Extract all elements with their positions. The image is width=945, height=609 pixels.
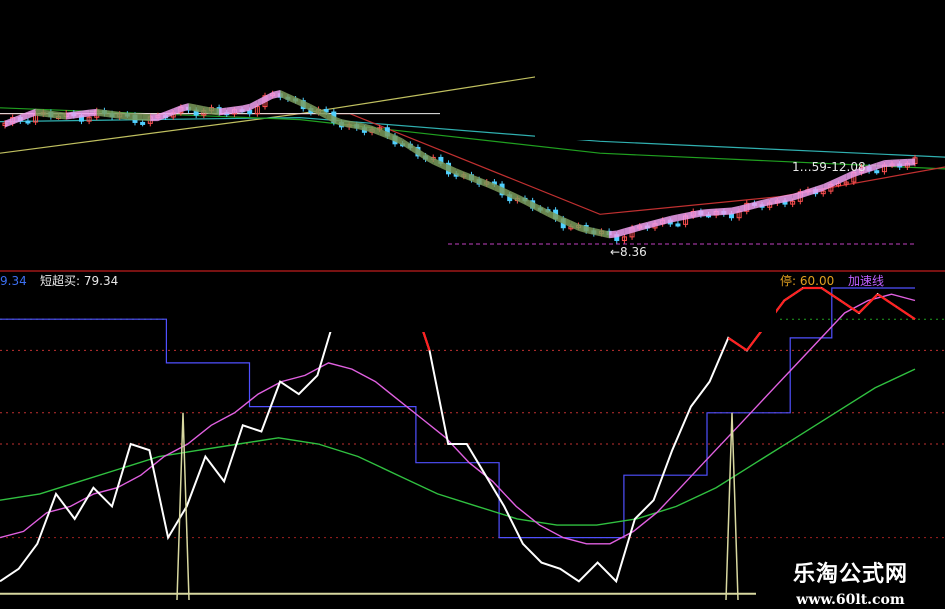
trend-ribbon-segment [425,153,434,165]
trend-ribbon-segment [792,191,801,201]
trend-ribbon-segment [265,91,273,103]
overbought-segment [895,305,916,321]
trend-ribbon-segment [632,223,640,233]
trend-ribbon-segment [639,221,648,231]
trend-ribbon-segment [89,108,97,117]
trend-ribbon-segment [73,110,82,119]
trend-ribbon-segment [716,208,724,216]
trend-ribbon-segment [899,158,908,167]
overbought-segment [727,337,748,352]
trend-ribbon-segment [593,227,602,237]
trend-ribbon-segment [731,205,740,215]
trend-ribbon-segment [356,122,365,131]
legend-value: 9.34 [0,274,27,288]
trend-ribbon-segment [502,187,510,198]
trend-ribbon-segment [410,143,418,156]
trend-ribbon-segment [150,114,158,122]
trend-ribbon-segment [303,100,311,112]
trend-ribbon-segment [800,188,808,199]
legend-short-overbought: 短超买: 79.34 [40,274,119,288]
trend-ribbon-segment [58,111,67,120]
trend-ribbon-segment [112,110,120,119]
trend-ribbon-segment [471,174,480,185]
trend-ribbon-segment [12,114,21,125]
trend-ribbon-segment [372,125,380,136]
trend-ribbon-segment [219,107,227,116]
candle-body [25,120,31,124]
trend-ribbon-segment [127,112,135,121]
trend-ribbon-segment [670,214,678,223]
trend-ribbon-segment [555,213,564,224]
trend-ribbon-segment [685,211,694,220]
trend-ribbon-segment [647,219,655,229]
range-label: 1…59-12.08 [792,160,866,174]
overbought-segment [783,287,804,302]
low-price-label: ←8.36 [610,245,647,259]
trend-ribbon-segment [892,159,900,167]
trend-ribbon-segment [807,186,816,196]
trend-ribbon-segment [609,230,617,239]
trend-ribbon-segment [540,205,548,217]
candle-body [675,223,681,227]
trend-ribbon-segment [525,197,533,209]
trend-ribbon-segment [417,148,426,161]
trend-ribbon-segment [876,160,885,170]
trend-ribbon-segment [624,226,633,236]
trend-ribbon-segment [823,180,831,191]
trend-ribbon-segment [387,131,395,142]
trend-ribbon-segment [884,159,893,168]
trend-ribbon-segment [180,103,189,113]
trend-ribbon-segment [295,97,304,108]
trend-ribbon-segment [257,95,265,107]
trend-ribbon-segment [104,109,113,118]
masked-region-top [535,0,945,140]
watermark: 乐淘公式网 www.60lt.com [756,548,945,609]
trend-ribbon-segment [762,198,770,207]
trend-ribbon-segment [96,108,105,117]
trend-ribbon-segment [723,207,732,215]
trend-ribbon-segment [402,138,411,151]
masked-region-legend [168,276,776,332]
trend-ribbon-segment [234,105,243,114]
watermark-url: www.60lt.com [796,592,905,608]
trend-ribbon-segment [27,108,36,119]
trend-ribbon-segment [5,117,13,128]
trend-ribbon-segment [81,109,90,118]
watermark-title: 乐淘公式网 [792,562,908,587]
trend-ribbon-segment [815,183,824,194]
trend-ribbon-segment [708,208,717,216]
legend-accel-line: 加速线 [848,274,885,288]
candle-body [140,121,146,125]
overbought-segment [821,287,841,302]
trend-ribbon-segment [249,99,258,111]
trend-ribbon-segment [119,111,128,120]
trend-ribbon-segment [532,201,541,213]
trend-ribbon-segment [135,113,143,121]
trend-ribbon-segment [226,106,235,115]
trend-ribbon-segment [43,109,51,118]
trend-ribbon-segment [35,108,44,117]
signal-spike [725,412,739,601]
trend-ribbon-segment [50,110,59,119]
trend-ribbon-segment [66,111,74,120]
trend-ribbon-segment [463,171,472,182]
candle-body [874,170,880,174]
trend-ribbon-segment [333,116,342,127]
trend-ribbon-segment [456,168,464,179]
trend-ribbon-segment [616,228,625,238]
legend-stop: 停: 60.00 [780,274,835,288]
trend-ribbon-segment [700,209,709,217]
trend-ribbon-segment [287,93,296,104]
trend-ribbon-segment [517,194,525,205]
trend-ribbon-segment [655,217,663,227]
trend-ribbon-segment [677,212,686,222]
trend-ribbon-segment [479,177,487,188]
trend-ribbon-segment [586,226,594,235]
trend-ribbon-segment [211,107,220,116]
trend-ribbon-segment [142,113,151,122]
trend-ribbon-segment [907,158,915,166]
trend-ribbon-segment [280,90,288,101]
